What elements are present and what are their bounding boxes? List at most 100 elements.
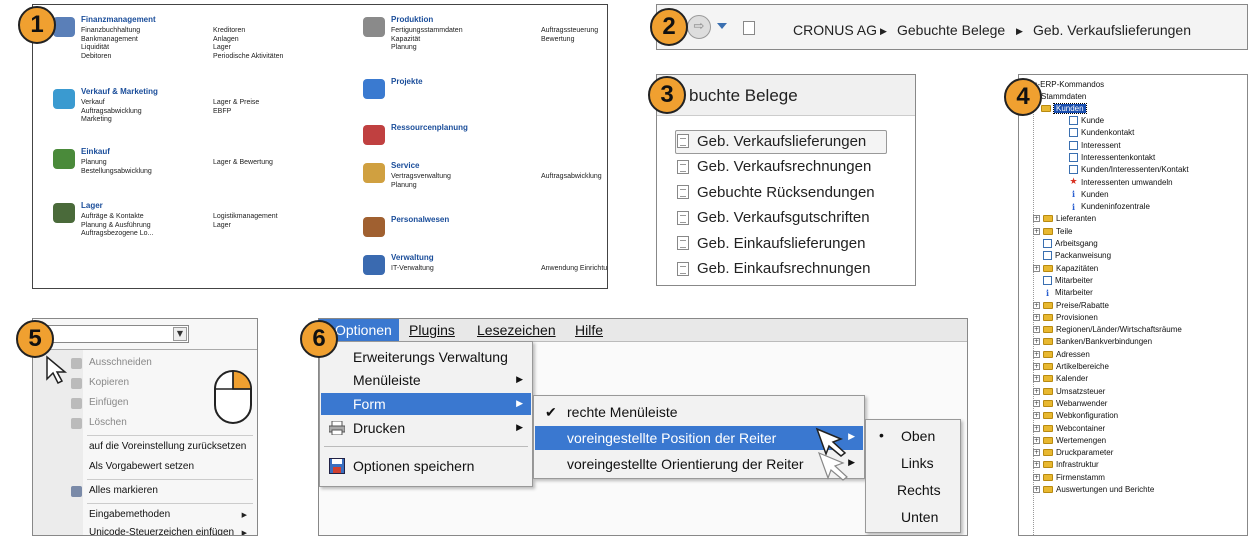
menu-item-form[interactable]: Form ▶: [321, 393, 531, 415]
role-link[interactable]: Vertragsverwaltung: [391, 173, 451, 182]
tree-item[interactable]: + Auswertungen und Berichte: [1033, 484, 1154, 495]
tree-item[interactable]: + Webanwender: [1033, 398, 1107, 409]
tree-item[interactable]: + Preise/Rabatte: [1033, 300, 1109, 311]
expand-icon[interactable]: +: [1033, 399, 1040, 407]
role-link[interactable]: Planung: [391, 44, 417, 53]
menu-item-menubar[interactable]: Menüleiste ▶: [321, 369, 531, 391]
tree-item[interactable]: Packanweisung: [1043, 250, 1111, 261]
role-link[interactable]: Anlagen: [213, 36, 239, 45]
role-link[interactable]: Planung: [391, 182, 417, 191]
menu-item-save-options[interactable]: Optionen speichern: [321, 454, 531, 478]
role-link[interactable]: Lager & Preise: [213, 99, 259, 108]
role-link[interactable]: Auftragsabwicklung: [541, 173, 602, 182]
role-group-title[interactable]: Produktion: [391, 15, 433, 24]
cut-menu-item[interactable]: Ausschneiden: [89, 357, 152, 368]
role-link[interactable]: Bestellungsabwicklung: [81, 168, 152, 177]
tree-item[interactable]: + Regionen/Länder/Wirtschaftsräume: [1033, 324, 1182, 335]
expand-icon[interactable]: +: [1033, 461, 1040, 469]
position-item-right[interactable]: Rechts: [867, 478, 959, 502]
tree-item[interactable]: + Banken/Bankverbindungen: [1033, 336, 1152, 347]
role-link[interactable]: Bewertung: [541, 36, 574, 45]
role-link[interactable]: Auftragsbezogene Lo...: [81, 230, 153, 239]
submenu-item-right-menubar[interactable]: ✔ rechte Menüleiste: [535, 400, 863, 424]
tree-item[interactable]: + Teile: [1033, 226, 1072, 237]
tree-item-stammdaten[interactable]: Stammdaten: [1041, 91, 1086, 102]
submenu-item-tab-position[interactable]: voreingestellte Position der Reiter ▶: [535, 426, 863, 450]
tree-item[interactable]: + Provisionen: [1033, 312, 1098, 323]
breadcrumb-item-company[interactable]: CRONUS AG: [793, 22, 877, 38]
role-link[interactable]: Auftragsabwicklung: [81, 108, 142, 117]
role-group-title[interactable]: Ressourcenplanung: [391, 123, 468, 132]
tree-item[interactable]: + Kapazitäten: [1033, 263, 1098, 274]
role-link[interactable]: IT-Verwaltung: [391, 265, 434, 274]
role-group-title[interactable]: Personalwesen: [391, 215, 449, 224]
role-link[interactable]: Kapazität: [391, 36, 420, 45]
role-link[interactable]: Liquidität: [81, 44, 109, 53]
tree-item[interactable]: i Mitarbeiter: [1043, 287, 1093, 298]
posted-document-link[interactable]: Geb. Verkaufslieferungen: [677, 130, 866, 152]
role-group-title[interactable]: Einkauf: [81, 147, 110, 156]
expand-icon[interactable]: +: [1033, 387, 1040, 395]
tree-item[interactable]: Arbeitsgang: [1043, 238, 1098, 249]
role-link[interactable]: Bankmanagement: [81, 36, 138, 45]
tree-item[interactable]: Mitarbeiter: [1043, 275, 1093, 286]
role-link[interactable]: Auftragssteuerung: [541, 27, 598, 36]
tree-item[interactable]: + Infrastruktur: [1033, 459, 1099, 470]
expand-icon[interactable]: +: [1033, 424, 1040, 432]
role-link[interactable]: Anwendung Einrichtung: [541, 265, 607, 274]
expand-icon[interactable]: +: [1033, 326, 1040, 334]
menu-item-extensions[interactable]: Erweiterungs Verwaltung: [321, 346, 531, 368]
tree-item[interactable]: Interessentenkontakt: [1069, 152, 1155, 163]
role-link[interactable]: Kreditoren: [213, 27, 245, 36]
position-item-top[interactable]: • Oben: [867, 424, 959, 448]
tree-item[interactable]: + Lieferanten: [1033, 213, 1096, 224]
posted-document-link[interactable]: Geb. Einkaufslieferungen: [677, 232, 865, 254]
role-group-title[interactable]: Finanzmanagement: [81, 15, 156, 24]
expand-icon[interactable]: +: [1033, 375, 1040, 383]
tree-item[interactable]: Interessent: [1069, 140, 1121, 151]
role-group-title[interactable]: Projekte: [391, 77, 423, 86]
role-link[interactable]: Planung & Ausführung: [81, 222, 151, 231]
input-methods-menu-item[interactable]: Eingabemethoden: [89, 509, 170, 520]
set-default-menu-item[interactable]: Als Vorgabewert setzen: [89, 461, 194, 472]
expand-icon[interactable]: +: [1033, 363, 1040, 370]
role-link[interactable]: Lager: [213, 44, 231, 53]
role-link[interactable]: Finanzbuchhaltung: [81, 27, 140, 36]
back-button[interactable]: ⇨: [687, 15, 711, 39]
tree-item[interactable]: Kundenkontakt: [1069, 127, 1134, 138]
expand-icon[interactable]: +: [1033, 215, 1040, 223]
reset-default-menu-item[interactable]: auf die Voreinstellung zurücksetzen: [89, 441, 246, 452]
tree-item[interactable]: + Adressen: [1033, 349, 1090, 360]
role-link[interactable]: Debitoren: [81, 53, 111, 62]
expand-icon[interactable]: +: [1033, 486, 1040, 493]
role-link[interactable]: EBFP: [213, 108, 231, 117]
role-link[interactable]: Logistikmanagement: [213, 213, 278, 222]
expand-icon[interactable]: +: [1033, 313, 1040, 321]
expand-icon[interactable]: +: [1033, 227, 1040, 235]
expand-icon[interactable]: +: [1033, 412, 1040, 420]
tree-item[interactable]: + Druckparameter: [1033, 447, 1113, 458]
position-item-left[interactable]: Links: [867, 451, 959, 475]
insert-unicode-menu-item[interactable]: Unicode-Steuerzeichen einfügen: [89, 527, 234, 535]
position-item-bottom[interactable]: Unten: [867, 505, 959, 529]
combo-dropdown-button[interactable]: ▼: [173, 327, 187, 341]
tree-item[interactable]: ★ Interessenten umwandeln: [1069, 177, 1172, 188]
tree-item-kunden[interactable]: Kunden: [1041, 103, 1087, 114]
breadcrumb-item-posted-documents[interactable]: Gebuchte Belege: [897, 22, 1005, 38]
menu-item-print[interactable]: Drucken ▶: [321, 417, 531, 439]
role-group-title[interactable]: Verwaltung: [391, 253, 434, 262]
tree-item[interactable]: i Kundeninfozentrale: [1069, 201, 1150, 212]
menu-bookmarks[interactable]: Lesezeichen: [477, 322, 556, 338]
role-link[interactable]: Periodische Aktivitäten: [213, 53, 283, 62]
menu-plugins[interactable]: Plugins: [409, 322, 455, 338]
expand-icon[interactable]: +: [1033, 350, 1040, 358]
posted-document-link[interactable]: Gebuchte Rücksendungen: [677, 181, 875, 203]
tree-item[interactable]: Kunde: [1069, 115, 1104, 126]
role-link[interactable]: Verkauf: [81, 99, 105, 108]
tree-item[interactable]: i Kunden: [1069, 189, 1109, 200]
role-group-title[interactable]: Verkauf & Marketing: [81, 87, 158, 96]
role-group-title[interactable]: Service: [391, 161, 419, 170]
paste-menu-item[interactable]: Einfügen: [89, 397, 128, 408]
submenu-item-tab-orientation[interactable]: voreingestellte Orientierung der Reiter …: [535, 452, 863, 476]
tree-item[interactable]: + Webkonfiguration: [1033, 410, 1118, 421]
